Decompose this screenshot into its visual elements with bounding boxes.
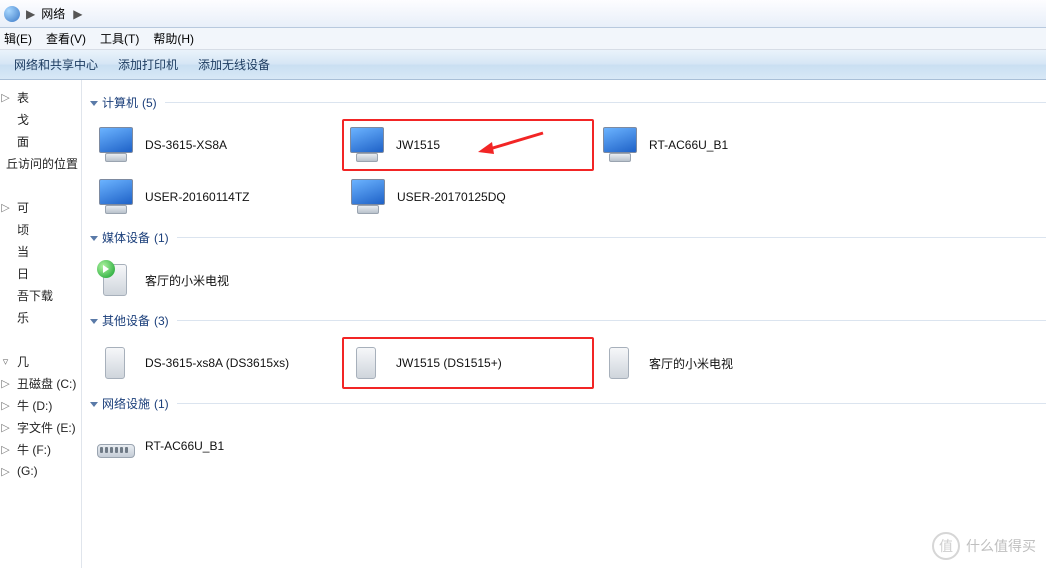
group-header-media[interactable]: 媒体设备 (1) (90, 229, 1046, 246)
sidebar-item[interactable]: 面 (0, 130, 81, 152)
chevron-down-icon (90, 101, 98, 106)
network-icon (4, 6, 20, 22)
menu-view[interactable]: 查看(V) (46, 30, 86, 47)
group-header-network-infra[interactable]: 网络设施 (1) (90, 395, 1046, 412)
item-label: USER-20160114TZ (145, 190, 250, 204)
item-label: DS-3615-XS8A (145, 138, 227, 152)
computer-icon (346, 125, 386, 165)
group-count: (3) (154, 314, 169, 328)
menu-edit[interactable]: 辑(E) (4, 30, 32, 47)
sidebar-item (0, 328, 81, 350)
chevron-down-icon (90, 236, 98, 241)
sidebar-item[interactable]: 吾下载 (0, 284, 81, 306)
group-count: (1) (154, 397, 169, 411)
sidebar-item[interactable]: ▿几 (0, 350, 81, 372)
watermark-badge: 值 (932, 532, 960, 560)
sidebar-item[interactable]: 日 (0, 262, 81, 284)
item-label: DS-3615-xs8A (DS3615xs) (145, 356, 289, 370)
group-title: 媒体设备 (102, 229, 150, 246)
computer-icon (599, 125, 639, 165)
sidebar-item[interactable]: ▷牛 (D:) (0, 394, 81, 416)
device-icon (346, 343, 386, 383)
breadcrumb-location[interactable]: 网络 (41, 5, 65, 22)
group-header-computers[interactable]: 计算机 (5) (90, 94, 1046, 111)
sidebar-item[interactable]: ▷牛 (F:) (0, 438, 81, 460)
chevron-down-icon (90, 402, 98, 407)
computer-item[interactable]: USER-20160114TZ (90, 171, 342, 223)
cmd-add-printer[interactable]: 添加打印机 (118, 56, 178, 73)
other-device-item[interactable]: 客厅的小米电视 (594, 337, 846, 389)
content-pane: 计算机 (5) DS-3615-XS8A JW1515 RT-AC66U_B1 … (82, 80, 1046, 568)
device-icon (95, 343, 135, 383)
watermark-text: 什么值得买 (966, 536, 1036, 556)
item-label: RT-AC66U_B1 (145, 439, 224, 453)
cmd-add-wireless[interactable]: 添加无线设备 (198, 56, 270, 73)
group-header-other[interactable]: 其他设备 (3) (90, 312, 1046, 329)
computer-icon (95, 125, 135, 165)
group-title: 网络设施 (102, 395, 150, 412)
divider (165, 102, 1046, 103)
breadcrumb-dropdown-icon[interactable]: ▶ (73, 7, 82, 21)
menu-bar: 辑(E) 查看(V) 工具(T) 帮助(H) (0, 28, 1046, 50)
divider (177, 237, 1046, 238)
chevron-down-icon (90, 319, 98, 324)
watermark: 值 什么值得买 (932, 532, 1036, 560)
computer-item[interactable]: DS-3615-XS8A (90, 119, 342, 171)
divider (177, 320, 1046, 321)
sidebar-item (0, 174, 81, 196)
computer-item[interactable]: RT-AC66U_B1 (594, 119, 846, 171)
command-bar: 网络和共享中心 添加打印机 添加无线设备 (0, 50, 1046, 80)
sidebar-item[interactable]: 戈 (0, 108, 81, 130)
sidebar-item[interactable]: 当 (0, 240, 81, 262)
address-bar[interactable]: ▶ 网络 ▶ (0, 0, 1046, 28)
menu-tools[interactable]: 工具(T) (100, 30, 139, 47)
sidebar: ▷表 戈 面 丘访问的位置 ▷可 顷 当 日 吾下载 乐 ▿几 ▷丑磁盘 (C:… (0, 80, 82, 568)
computer-icon (95, 177, 135, 217)
item-label: JW1515 (396, 138, 440, 152)
router-item[interactable]: RT-AC66U_B1 (90, 420, 342, 472)
router-icon (95, 426, 135, 466)
sidebar-item[interactable]: ▷可 (0, 196, 81, 218)
divider (177, 403, 1046, 404)
other-device-item[interactable]: DS-3615-xs8A (DS3615xs) (90, 337, 342, 389)
item-label: USER-20170125DQ (397, 190, 506, 204)
group-count: (1) (154, 231, 169, 245)
sidebar-item[interactable]: 顷 (0, 218, 81, 240)
item-label: 客厅的小米电视 (145, 272, 229, 289)
sidebar-item[interactable]: 乐 (0, 306, 81, 328)
item-label: RT-AC66U_B1 (649, 138, 728, 152)
group-title: 计算机 (102, 94, 138, 111)
sidebar-item[interactable]: ▷丑磁盘 (C:) (0, 372, 81, 394)
group-count: (5) (142, 96, 157, 110)
breadcrumb-separator: ▶ (26, 7, 35, 21)
sidebar-item[interactable]: 丘访问的位置 (0, 152, 81, 174)
media-device-icon (95, 260, 135, 300)
cmd-network-center[interactable]: 网络和共享中心 (14, 56, 98, 73)
media-item[interactable]: 客厅的小米电视 (90, 254, 342, 306)
item-label: 客厅的小米电视 (649, 355, 733, 372)
computer-item-jw1515[interactable]: JW1515 (342, 119, 594, 171)
main-area: ▷表 戈 面 丘访问的位置 ▷可 顷 当 日 吾下载 乐 ▿几 ▷丑磁盘 (C:… (0, 80, 1046, 568)
group-title: 其他设备 (102, 312, 150, 329)
sidebar-item[interactable]: ▷表 (0, 86, 81, 108)
item-label: JW1515 (DS1515+) (396, 356, 502, 370)
other-device-item-jw1515[interactable]: JW1515 (DS1515+) (342, 337, 594, 389)
computer-item[interactable]: USER-20170125DQ (342, 171, 594, 223)
device-icon (599, 343, 639, 383)
sidebar-item[interactable]: ▷(G:) (0, 460, 81, 482)
computer-icon (347, 177, 387, 217)
menu-help[interactable]: 帮助(H) (153, 30, 194, 47)
sidebar-item[interactable]: ▷字文件 (E:) (0, 416, 81, 438)
